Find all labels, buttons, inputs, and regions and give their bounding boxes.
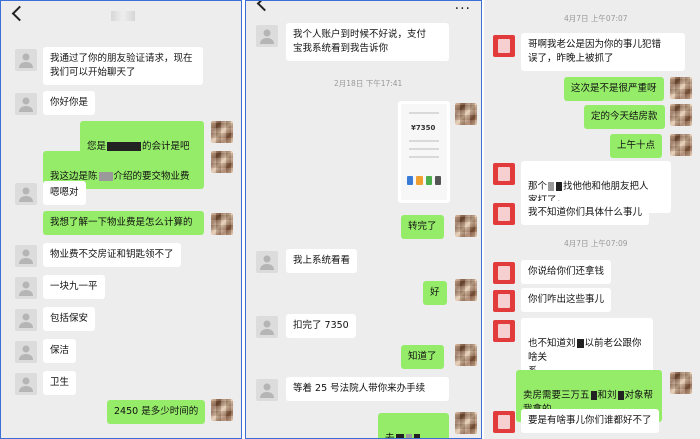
app-icon xyxy=(425,176,432,185)
contact-avatar xyxy=(493,320,515,342)
chat-panel-2: ··· 我个人账户到时候不好说，支付 宝我系统看到我告诉你 2月18日 下午17… xyxy=(245,0,482,439)
message-sent[interactable]: 定的今天结房款 xyxy=(584,105,665,129)
message-received[interactable]: 一块九一平 xyxy=(43,275,105,299)
message-sent[interactable]: 我想了解一下物业费是怎么计算的 xyxy=(43,211,204,235)
user-avatar xyxy=(455,279,477,301)
message-sent[interactable]: 这次是不是很严重呀 xyxy=(564,77,664,101)
message-received[interactable]: 要是有啥事儿你们谁都好不了 xyxy=(521,409,659,433)
contact-avatar xyxy=(15,309,37,331)
image-line xyxy=(409,112,439,114)
image-content: ¥7350 xyxy=(401,104,447,200)
image-amount: ¥7350 xyxy=(411,124,436,132)
message-received[interactable]: 我不知道你们具体什么事儿 xyxy=(521,201,650,225)
redaction-mark xyxy=(548,182,555,191)
message-sent[interactable]: 上午十点 xyxy=(610,134,663,158)
message-received[interactable]: 扣完了 7350 xyxy=(286,314,356,338)
chevron-left-icon[interactable] xyxy=(11,5,23,23)
contact-avatar xyxy=(256,379,278,401)
message-text: 去 xyxy=(385,433,395,439)
message-sent[interactable]: 转完了 xyxy=(401,215,444,239)
image-line xyxy=(409,148,439,150)
redaction-mark xyxy=(107,142,142,151)
contact-avatar xyxy=(15,49,37,71)
chat-panel-1: 我通过了你的朋友验证请求，现在 我们可以开始聊天了 你好你是 您是 的会计是吧 我… xyxy=(0,0,242,439)
contact-name-blurred xyxy=(111,11,135,21)
message-received[interactable]: 你说给你们还拿钱 xyxy=(521,260,612,284)
user-avatar xyxy=(455,103,477,125)
contact-avatar xyxy=(493,35,515,57)
message-received[interactable]: 你们咋出这些事儿 xyxy=(521,288,612,312)
user-avatar xyxy=(211,121,233,143)
contact-avatar xyxy=(256,25,278,47)
message-received[interactable]: 我个人账户到时候不好说，支付 宝我系统看到我告诉你 xyxy=(286,23,449,61)
contact-avatar xyxy=(15,341,37,363)
message-text: 介绍的要交物业费 xyxy=(113,171,190,182)
image-line xyxy=(409,140,439,142)
message-received[interactable]: 卫生 xyxy=(43,371,77,395)
message-sent[interactable]: 知道了 xyxy=(401,345,444,369)
contact-avatar xyxy=(15,93,37,115)
timestamp: 4月7日 上午07:07 xyxy=(564,14,628,23)
redaction-mark xyxy=(98,172,113,181)
message-received[interactable]: 包括保安 xyxy=(43,307,96,331)
chat-header xyxy=(1,1,241,33)
image-app-icons xyxy=(407,176,441,185)
redaction-mark xyxy=(413,434,420,438)
message-received[interactable]: 物业费不交房证和钥匙领不了 xyxy=(43,243,181,267)
user-avatar xyxy=(670,372,692,394)
user-avatar xyxy=(211,151,233,173)
chat-panel-3: 4月7日 上午07:07 哥啊我老公是因为你的事儿犯错 误了，昨晚上被抓了 这次… xyxy=(484,0,700,439)
message-sent[interactable]: 2450 是多少时间的 xyxy=(107,400,206,424)
app-icon xyxy=(434,176,441,185)
redaction-mark xyxy=(590,391,597,400)
screenshot-collage: 我通过了你的朋友验证请求，现在 我们可以开始聊天了 你好你是 您是 的会计是吧 我… xyxy=(0,0,700,439)
chevron-left-icon[interactable] xyxy=(256,1,268,13)
message-text: 也不知道刘 xyxy=(528,338,576,349)
timestamp: 2月18日 下午17:41 xyxy=(334,79,403,88)
redaction-mark xyxy=(405,434,412,438)
redaction-mark xyxy=(576,339,584,348)
user-avatar xyxy=(670,104,692,126)
image-line xyxy=(409,156,439,158)
user-avatar xyxy=(455,215,477,237)
message-received[interactable]: 我通过了你的朋友验证请求，现在 我们可以开始聊天了 xyxy=(43,47,203,85)
redaction-mark xyxy=(395,434,404,438)
user-avatar xyxy=(455,412,477,434)
contact-avatar xyxy=(256,251,278,273)
message-text: 卖房需要三万五 xyxy=(523,390,590,401)
message-received[interactable]: 嗯嗯对 xyxy=(43,181,86,205)
contact-avatar xyxy=(15,245,37,267)
contact-avatar xyxy=(15,183,37,205)
user-avatar xyxy=(211,213,233,235)
app-icon xyxy=(416,176,423,185)
contact-avatar xyxy=(493,411,515,433)
user-avatar xyxy=(211,399,233,421)
message-text: 那个 xyxy=(528,181,548,192)
app-icon xyxy=(407,176,414,185)
user-avatar xyxy=(670,77,692,99)
message-received[interactable]: 等着 25 号法院人带你来办手续 xyxy=(286,377,449,401)
redaction-mark xyxy=(617,391,624,400)
contact-avatar xyxy=(256,316,278,338)
contact-avatar xyxy=(493,290,515,312)
redaction-mark xyxy=(556,182,563,191)
timestamp: 4月7日 上午07:09 xyxy=(564,239,628,248)
message-sent[interactable]: 去 xyxy=(378,413,449,439)
payment-screenshot-image[interactable]: ¥7350 xyxy=(398,101,450,203)
more-dots-icon[interactable]: ··· xyxy=(455,1,471,17)
contact-avatar xyxy=(493,203,515,225)
message-text: 和刘 xyxy=(597,390,617,401)
contact-avatar xyxy=(493,163,515,185)
message-received[interactable]: 哥啊我老公是因为你的事儿犯错 误了，昨晚上被抓了 xyxy=(521,33,685,71)
message-received[interactable]: 保洁 xyxy=(43,339,77,363)
contact-avatar xyxy=(493,262,515,284)
contact-avatar xyxy=(15,373,37,395)
contact-avatar xyxy=(15,277,37,299)
message-sent[interactable]: 好 xyxy=(423,281,447,305)
message-received[interactable]: 你好你是 xyxy=(43,91,96,115)
user-avatar xyxy=(670,134,692,156)
user-avatar xyxy=(455,344,477,366)
message-received[interactable]: 我上系统看看 xyxy=(286,249,358,273)
